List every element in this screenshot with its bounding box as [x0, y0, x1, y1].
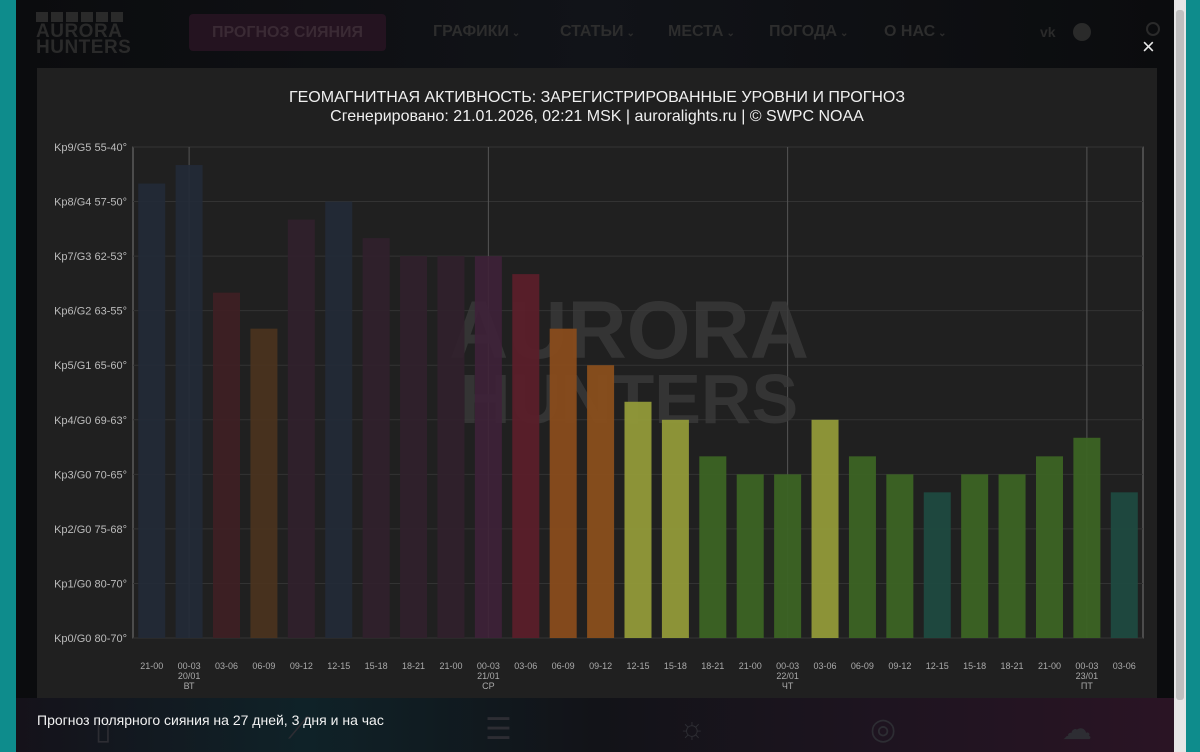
bar [699, 456, 727, 638]
nav-places[interactable]: МЕСТА ⌄ [668, 23, 735, 41]
x-tick-label: 00-03 [477, 661, 500, 671]
bar [811, 419, 839, 638]
camera-cloud-icon[interactable]: ☁ [1062, 712, 1092, 747]
x-weekday-label: ПТ [1081, 681, 1093, 691]
x-tick-label: 06-09 [252, 661, 275, 671]
bar [213, 292, 241, 638]
vk-icon[interactable]: vk [1040, 24, 1056, 40]
x-tick-label: 15-18 [365, 661, 388, 671]
bar [512, 274, 540, 638]
forecast-button[interactable]: ПРОГНОЗ СИЯНИЯ [189, 14, 386, 51]
bar [1110, 492, 1138, 638]
nav-about[interactable]: О НАС ⌄ [884, 23, 947, 41]
x-tick-label: 21-00 [1038, 661, 1061, 671]
bar [287, 219, 315, 638]
close-icon[interactable]: × [1142, 34, 1155, 60]
chart-title: ГЕОМАГНИТНАЯ АКТИВНОСТЬ: ЗАРЕГИСТРИРОВАН… [288, 89, 906, 106]
x-tick-label: 12-15 [926, 661, 949, 671]
x-tick-label: 00-03 [178, 661, 201, 671]
bar [437, 256, 465, 638]
x-tick-label: 03-06 [814, 661, 837, 671]
nav-articles[interactable]: СТАТЬИ ⌄ [560, 23, 635, 41]
bar [736, 474, 764, 638]
x-weekday-label: ВТ [184, 681, 195, 691]
bar [774, 474, 802, 638]
x-date-label: 23/01 [1076, 671, 1099, 681]
list-icon[interactable]: ☰ [485, 712, 512, 747]
telegram-icon[interactable] [1073, 23, 1091, 41]
x-tick-label: 18-21 [701, 661, 724, 671]
site-header: AURORA HUNTERS ПРОГНОЗ СИЯНИЯ ГРАФИКИ ⌄ С… [16, 0, 1174, 66]
bar [923, 492, 951, 638]
x-tick-label: 03-06 [1113, 661, 1136, 671]
x-tick-label: 00-03 [776, 661, 799, 671]
chart-subtitle: Сгенерировано: 21.01.2026, 02:21 MSK | a… [330, 108, 864, 125]
bar [848, 456, 876, 638]
disc-icon[interactable]: ◎ [870, 712, 896, 747]
desktop-edge-right [1186, 0, 1200, 752]
site-logo[interactable]: AURORA HUNTERS [36, 12, 132, 58]
bar [587, 365, 615, 638]
y-tick-label: Kp4/G0 69-63° [54, 415, 127, 427]
x-tick-label: 18-21 [402, 661, 425, 671]
x-tick-label: 12-15 [626, 661, 649, 671]
y-tick-label: Kp6/G2 63-55° [54, 306, 127, 318]
y-tick-label: Kp8/G4 57-50° [54, 197, 127, 209]
bar [961, 474, 989, 638]
bar [998, 474, 1026, 638]
bar [175, 165, 203, 638]
x-tick-label: 06-09 [851, 661, 874, 671]
bar [886, 474, 914, 638]
scrollbar-thumb[interactable] [1176, 10, 1184, 700]
bar [362, 238, 390, 638]
nav-weather[interactable]: ПОГОДА ⌄ [769, 23, 848, 41]
x-date-label: 22/01 [776, 671, 799, 681]
x-tick-label: 00-03 [1075, 661, 1098, 671]
y-tick-label: Kp7/G3 62-53° [54, 251, 127, 263]
x-tick-label: 21-00 [439, 661, 462, 671]
bar [474, 256, 502, 638]
bar [1035, 456, 1063, 638]
y-tick-label: Kp2/G0 75-68° [54, 524, 127, 536]
x-weekday-label: СР [482, 681, 495, 691]
y-tick-label: Kp5/G1 65-60° [54, 360, 127, 372]
bar [138, 183, 166, 638]
y-tick-label: Kp9/G5 55-40° [54, 142, 127, 154]
x-tick-label: 09-12 [888, 661, 911, 671]
bar [1073, 437, 1101, 638]
kp-chart: Kp0/G0 80-70° Kp1/G0 80-70° Kp2/G0 75-68° K… [54, 142, 1144, 691]
y-tick-label: Kp0/G0 80-70° [54, 633, 127, 645]
x-date-label: 21/01 [477, 671, 500, 681]
x-tick-label: 03-06 [514, 661, 537, 671]
nav-charts[interactable]: ГРАФИКИ ⌄ [433, 23, 520, 41]
bar [549, 328, 577, 638]
bar [624, 401, 652, 638]
bar [325, 201, 353, 639]
chart-title-block: ГЕОМАГНИТНАЯ АКТИВНОСТЬ: ЗАРЕГИСТРИРОВАН… [37, 88, 1157, 126]
y-tick-label: Kp1/G0 80-70° [54, 578, 127, 590]
x-tick-label: 12-15 [327, 661, 350, 671]
caption: Прогноз полярного сияния на 27 дней, 3 д… [37, 712, 384, 728]
x-tick-label: 21-00 [739, 661, 762, 671]
bar [250, 328, 278, 638]
x-tick-label: 03-06 [215, 661, 238, 671]
x-tick-label: 15-18 [664, 661, 687, 671]
bar [400, 256, 428, 638]
sun-icon[interactable]: ☼ [678, 712, 706, 746]
chart-panel: Kp0/G0 80-70° Kp1/G0 80-70° Kp2/G0 75-68° K… [37, 68, 1157, 698]
x-tick-label: 18-21 [1001, 661, 1024, 671]
x-tick-label: 06-09 [552, 661, 575, 671]
bar [661, 419, 689, 638]
y-tick-label: Kp3/G0 70-65° [54, 469, 127, 481]
x-tick-label: 15-18 [963, 661, 986, 671]
x-date-label: 20/01 [178, 671, 201, 681]
x-tick-label: 09-12 [290, 661, 313, 671]
x-weekday-label: ЧТ [782, 681, 794, 691]
x-tick-label: 09-12 [589, 661, 612, 671]
x-tick-label: 21-00 [140, 661, 163, 671]
desktop-edge-left [0, 0, 16, 752]
logo-text: AURORA HUNTERS [36, 21, 132, 58]
